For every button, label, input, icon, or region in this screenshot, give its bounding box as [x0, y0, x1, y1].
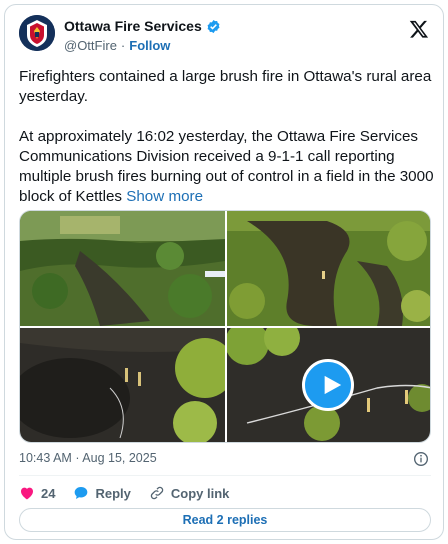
avatar[interactable]: [19, 15, 55, 51]
author-name[interactable]: Ottawa Fire Services: [64, 18, 202, 34]
timestamp-separator: ·: [75, 451, 80, 465]
divider: [19, 475, 431, 476]
tweet-text: Firefighters contained a large brush fir…: [19, 67, 439, 207]
author-handle[interactable]: @OttFire: [64, 38, 117, 53]
timestamp-row: 10:43 AM · Aug 15, 2025: [19, 451, 431, 469]
play-icon: [324, 375, 342, 395]
tweet-paragraph-1: Firefighters contained a large brush fir…: [19, 68, 432, 105]
reply-label: Reply: [95, 485, 131, 501]
x-logo-icon[interactable]: [409, 19, 429, 39]
show-more-link[interactable]: Show more: [126, 188, 203, 205]
tweet-time[interactable]: 10:43 AM: [19, 451, 72, 465]
handle-separator: ·: [120, 38, 126, 53]
heart-icon: [21, 487, 33, 500]
like-count: 24: [41, 485, 56, 501]
copy-link-button[interactable]: Copy link: [149, 485, 230, 501]
follow-button[interactable]: Follow: [129, 38, 170, 53]
reply-button[interactable]: Reply: [73, 485, 131, 501]
tweet-header: Ottawa Fire Services @OttFire · Follow: [19, 15, 431, 59]
reply-bubble-icon: [75, 487, 88, 499]
media-grid: [19, 210, 431, 443]
media-video[interactable]: [227, 328, 430, 442]
like-button[interactable]: 24: [19, 485, 55, 501]
tweet-paragraph-2: At approximately 16:02 yesterday, the Ot…: [19, 128, 434, 205]
link-icon: [150, 486, 164, 500]
author-handle-row: @OttFire · Follow: [64, 38, 170, 53]
author-name-row: Ottawa Fire Services: [64, 18, 221, 34]
media-photo-3[interactable]: [20, 328, 225, 442]
tweet-card: Ottawa Fire Services @OttFire · Follow F…: [4, 4, 444, 540]
media-photo-2[interactable]: [227, 211, 430, 326]
action-bar: 24 Reply Copy link: [19, 483, 247, 503]
info-icon[interactable]: [413, 451, 429, 467]
tweet-date[interactable]: Aug 15, 2025: [82, 451, 156, 465]
read-replies-button[interactable]: Read 2 replies: [19, 508, 431, 532]
media-photo-1[interactable]: [20, 211, 225, 326]
play-button[interactable]: [302, 359, 354, 411]
verified-badge-icon: [206, 19, 221, 34]
copy-link-label: Copy link: [170, 485, 230, 501]
